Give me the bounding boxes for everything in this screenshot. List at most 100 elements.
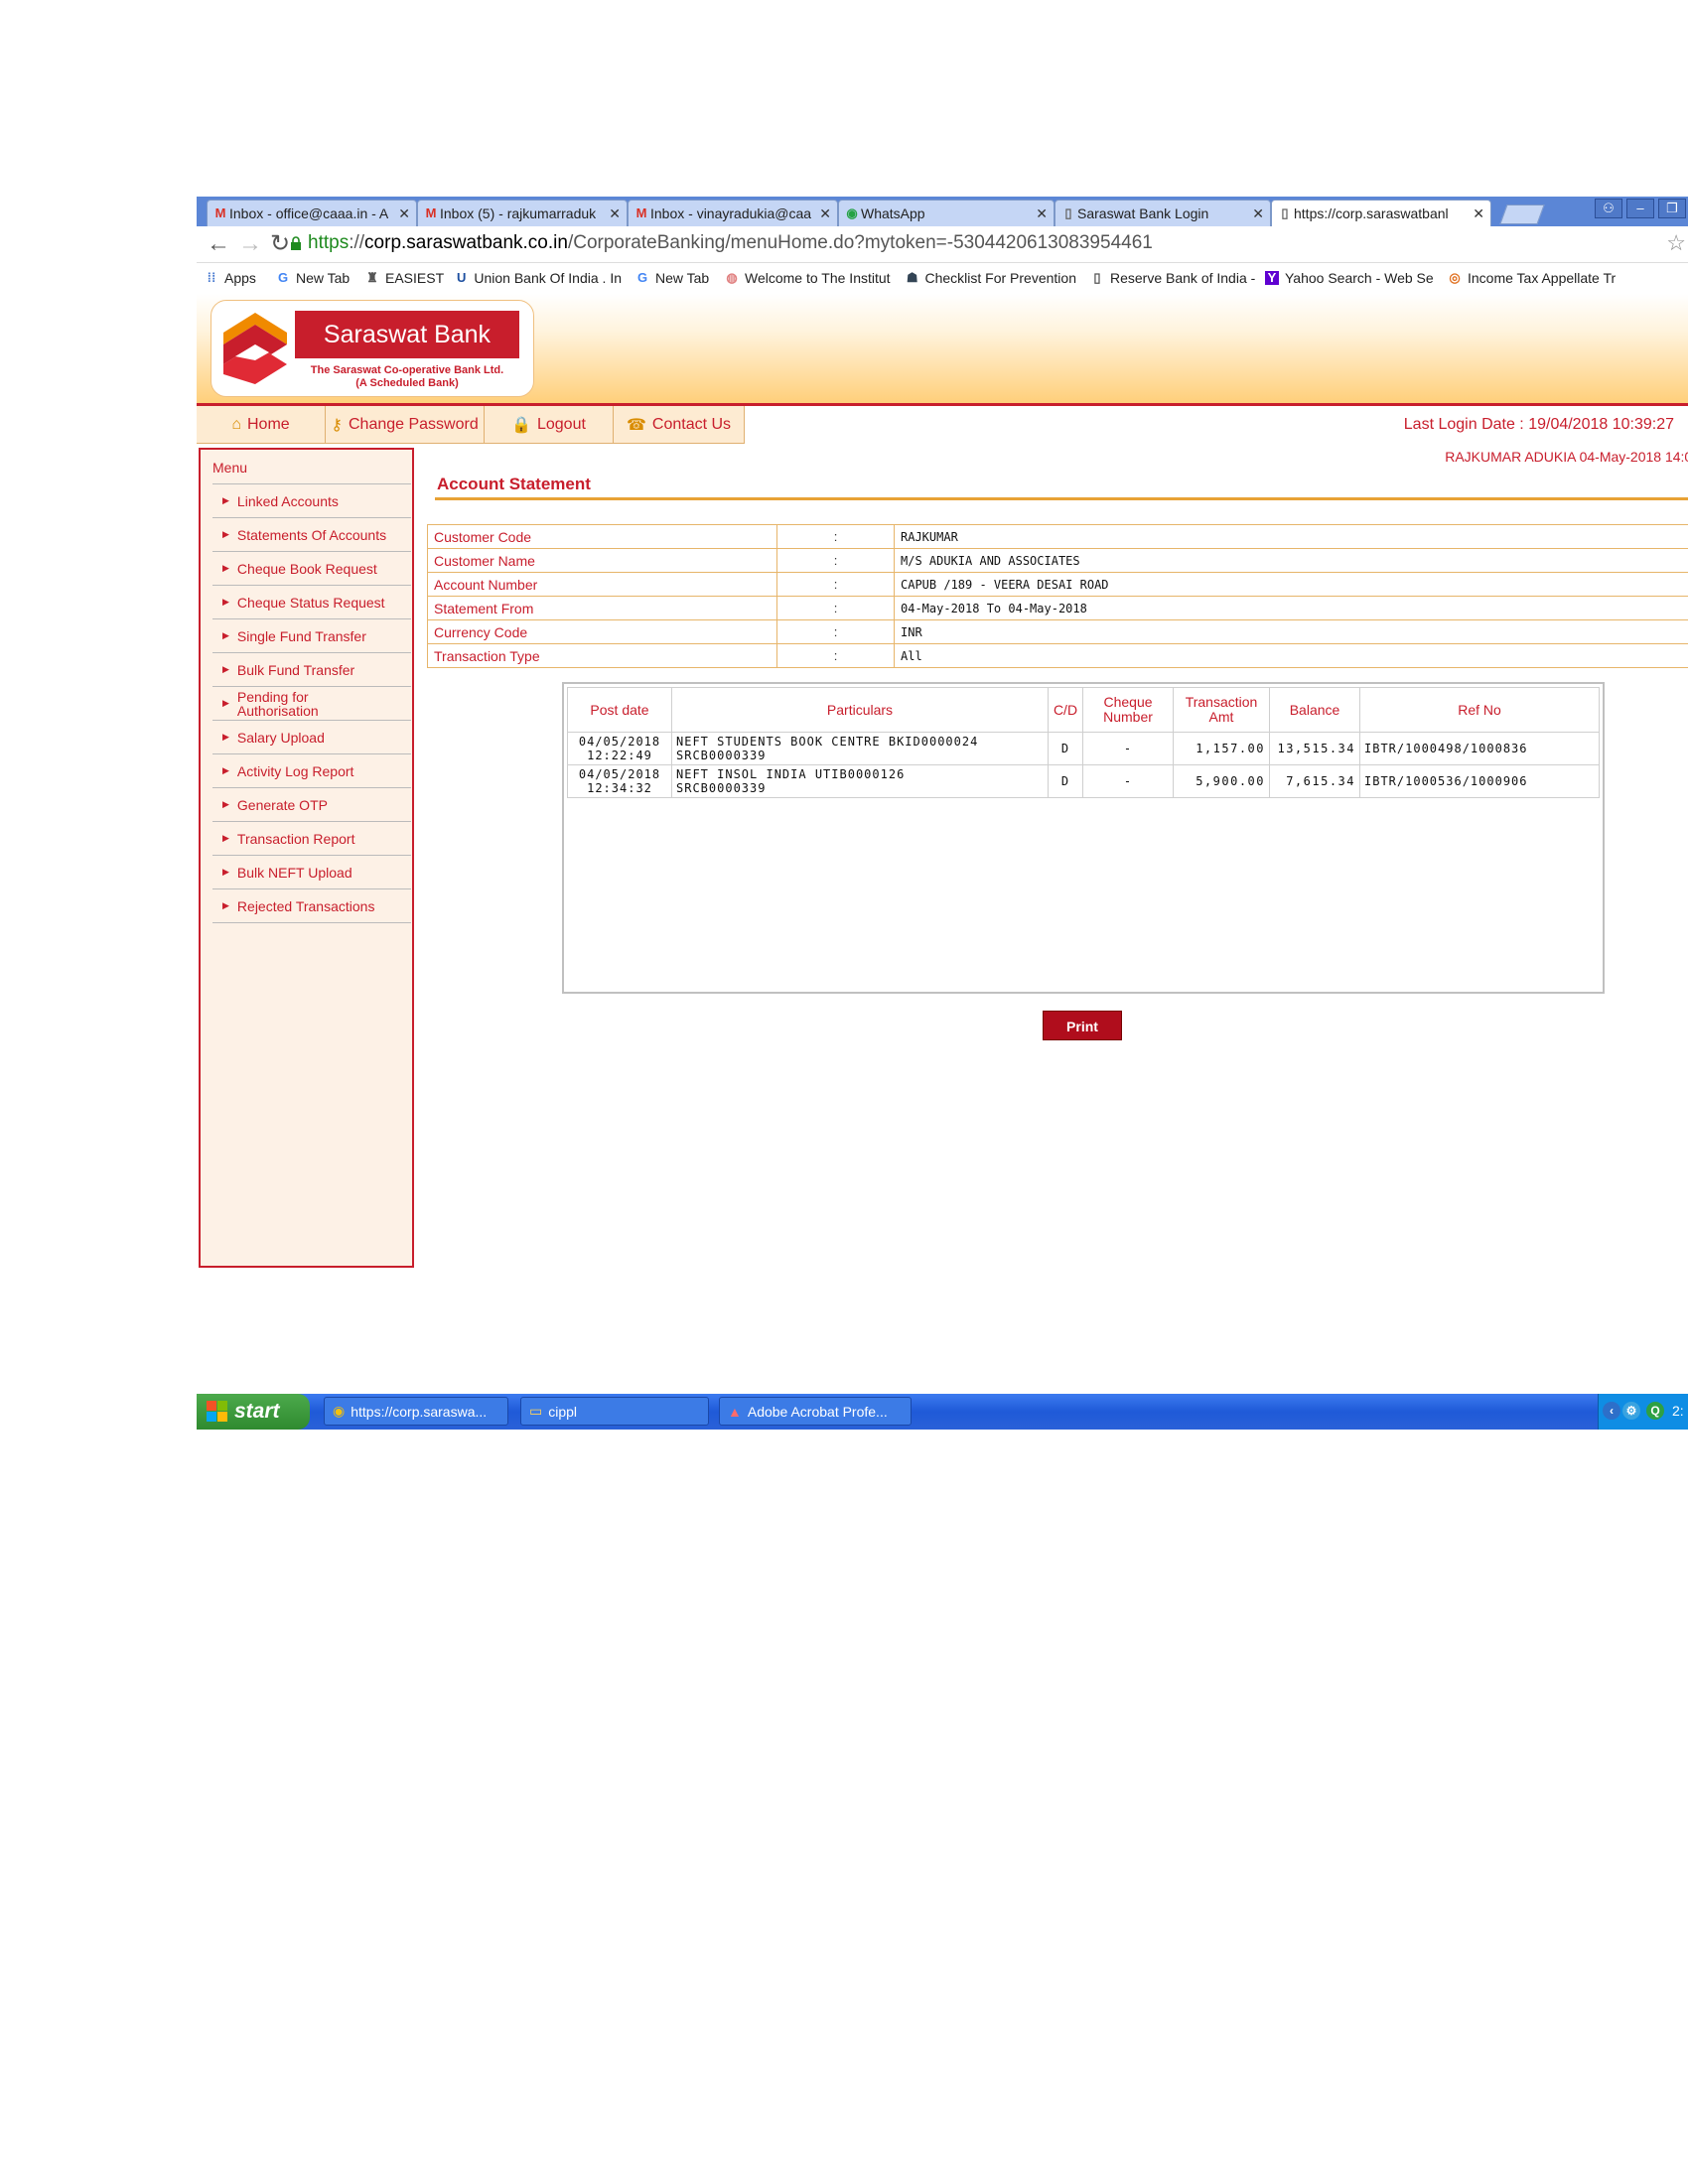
network-icon[interactable]: ⚙: [1622, 1402, 1640, 1420]
tab-saraswat-login[interactable]: ▯ Saraswat Bank Login ✕: [1055, 200, 1271, 226]
detail-label: Account Number: [427, 572, 777, 597]
q-app-icon[interactable]: Q: [1646, 1402, 1664, 1420]
menu-item-salary-upload[interactable]: ▶ Salary Upload: [212, 720, 411, 753]
tab-corp-saraswat[interactable]: ▯ https://corp.saraswatbanl ✕: [1271, 200, 1491, 226]
bookmark-rbi[interactable]: ▯ Reserve Bank of India -: [1090, 270, 1259, 286]
menu-item-transaction-report[interactable]: ▶ Transaction Report: [212, 821, 411, 855]
cell-balance: 13,515.34: [1269, 732, 1360, 765]
tab-gmail-office[interactable]: M Inbox - office@caaa.in - A ✕: [207, 200, 417, 226]
menu-item-rejected-transactions[interactable]: ▶ Rejected Transactions: [212, 888, 411, 922]
arrow-right-icon: ▶: [222, 867, 229, 877]
menu-label: Bulk Fund Transfer: [236, 661, 355, 678]
tab-gmail-rajkumar[interactable]: M Inbox (5) - rajkumarraduk ✕: [417, 200, 628, 226]
bookmark-label: New Tab: [655, 270, 710, 286]
detail-label: Statement From: [427, 596, 777, 620]
arrow-right-icon: ▶: [222, 900, 229, 910]
url-input[interactable]: https://corp.saraswatbank.co.in/Corporat…: [308, 232, 1153, 254]
menu-item-pending-for-authorisation[interactable]: ▶ Pending for Authorisation: [212, 686, 411, 720]
close-icon[interactable]: ✕: [1473, 205, 1484, 222]
nav-label: Logout: [536, 415, 586, 433]
page-title: Account Statement: [437, 475, 591, 493]
bookmark-star-icon[interactable]: ☆: [1666, 230, 1686, 256]
close-icon[interactable]: ✕: [398, 205, 410, 222]
bookmark-label: Welcome to The Institut: [745, 270, 891, 286]
details-row: Customer Name: M/S ADUKIA AND ASSOCIATES: [427, 548, 1688, 573]
details-row: Transaction Type: All: [427, 643, 1688, 668]
cell-cheque: -: [1082, 732, 1174, 765]
tab-whatsapp[interactable]: ◉ WhatsApp ✕: [838, 200, 1055, 226]
task-chrome[interactable]: ◉ https://corp.saraswa...: [324, 1397, 508, 1426]
menu-item-cheque-book-request[interactable]: ▶ Cheque Book Request: [212, 551, 411, 585]
date-text: 04/05/2018: [578, 767, 661, 781]
close-icon[interactable]: ✕: [1036, 205, 1048, 222]
nav-contact-us[interactable]: ☎ Contact Us: [614, 406, 745, 444]
close-icon[interactable]: ✕: [819, 205, 831, 222]
header-line: Transaction: [1185, 694, 1258, 710]
close-icon[interactable]: ✕: [1252, 205, 1264, 222]
task-adobe-acrobat[interactable]: ▲ Adobe Acrobat Profe...: [719, 1397, 912, 1426]
back-arrow-icon[interactable]: ‹: [1603, 1402, 1620, 1420]
union-bank-icon: U: [456, 270, 467, 285]
whatsapp-icon: ◉: [846, 205, 858, 220]
col-transaction-amt: Transaction Amt: [1173, 687, 1270, 733]
close-icon[interactable]: ✕: [609, 205, 621, 222]
menu-item-bulk-neft-upload[interactable]: ▶ Bulk NEFT Upload: [212, 855, 411, 888]
details-row: Statement From:04-May-2018 To 04-May-201…: [427, 596, 1688, 620]
bookmark-checklist[interactable]: ☗ Checklist For Prevention: [906, 270, 1076, 286]
table-row: 04/05/2018 12:34:32 NEFT INSOL INDIA UTIB…: [567, 764, 1600, 798]
arrow-right-icon: ▶: [222, 630, 229, 640]
menu-item-bulk-fund-transfer[interactable]: ▶ Bulk Fund Transfer: [212, 652, 411, 686]
col-cd: C/D: [1048, 687, 1083, 733]
task-folder-cippl[interactable]: ▭ cippl: [520, 1397, 709, 1426]
back-icon[interactable]: ←: [207, 230, 230, 258]
bookmark-new-tab-2[interactable]: G New Tab: [635, 270, 709, 286]
detail-separator: :: [776, 643, 895, 668]
menu-label: Transaction Report: [236, 830, 355, 847]
menu-item-linked-accounts[interactable]: ▶ Linked Accounts: [212, 483, 411, 517]
detail-separator: :: [776, 619, 895, 644]
tab-gmail-vinay[interactable]: M Inbox - vinayradukia@caa ✕: [628, 200, 838, 226]
user-icon[interactable]: ⚇: [1595, 199, 1622, 218]
bookmark-institute[interactable]: ◍ Welcome to The Institut: [725, 270, 894, 286]
nav-logout[interactable]: 🔒 Logout: [485, 406, 614, 444]
bookmark-apps[interactable]: ⁞⁞ Apps: [205, 270, 256, 286]
menu-item-generate-otp[interactable]: ▶ Generate OTP: [212, 787, 411, 821]
bookmark-easiest[interactable]: ♜ EASIEST: [365, 270, 444, 286]
nav-home[interactable]: ⌂ Home: [197, 406, 326, 444]
menu-list: ▶ Linked Accounts ▶ Statements Of Accounts…: [212, 483, 411, 923]
start-button[interactable]: start: [197, 1394, 310, 1430]
restore-icon[interactable]: ❐: [1658, 199, 1686, 218]
menu-label: Activity Log Report: [236, 762, 354, 779]
detail-label: Customer Name: [427, 548, 777, 573]
menu-item-cheque-status-request[interactable]: ▶ Cheque Status Request: [212, 585, 411, 618]
col-balance: Balance: [1269, 687, 1360, 733]
menu-label: Single Fund Transfer: [236, 627, 366, 644]
menu-item-statements-of-accounts[interactable]: ▶ Statements Of Accounts: [212, 517, 411, 551]
windows-logo-icon: [207, 1401, 228, 1423]
menu-label: Generate OTP: [236, 796, 328, 813]
header-line: Number: [1103, 709, 1153, 725]
particulars-line: NEFT INSOL INDIA UTIB0000126: [676, 767, 906, 781]
nav-change-password[interactable]: ⚷ Change Password: [326, 406, 485, 444]
particulars-line: SRCB0000339: [676, 749, 767, 762]
bookmark-yahoo[interactable]: Y Yahoo Search - Web Se: [1265, 270, 1434, 286]
url-domain: corp.saraswatbank.co.in: [364, 232, 568, 253]
print-button[interactable]: Print: [1043, 1011, 1122, 1040]
tab-title: Saraswat Bank Login: [1077, 205, 1209, 221]
forward-icon[interactable]: →: [238, 230, 262, 258]
cell-cheque: -: [1082, 764, 1174, 798]
reload-icon[interactable]: ↻: [270, 230, 290, 258]
bookmark-itat[interactable]: ◎ Income Tax Appellate Tr: [1448, 270, 1622, 286]
menu-item-single-fund-transfer[interactable]: ▶ Single Fund Transfer: [212, 618, 411, 652]
bookmark-union-bank[interactable]: U Union Bank Of India . In: [455, 270, 622, 286]
minimize-icon[interactable]: –: [1626, 199, 1654, 218]
chrome-icon: ◉: [333, 1403, 346, 1419]
bookmark-new-tab[interactable]: G New Tab: [276, 270, 350, 286]
bookmark-label: Apps: [224, 270, 256, 286]
menu-item-activity-log-report[interactable]: ▶ Activity Log Report: [212, 753, 411, 787]
screenshot: M Inbox - office@caaa.in - A ✕ M Inbox (…: [197, 197, 1688, 1432]
menu-label: Cheque Status Request: [236, 594, 385, 611]
new-tab-button[interactable]: [1499, 205, 1545, 224]
cell-particulars: NEFT STUDENTS BOOK CENTRE BKID0000024 SRC…: [671, 732, 1049, 765]
people-icon: ☗: [906, 270, 918, 285]
